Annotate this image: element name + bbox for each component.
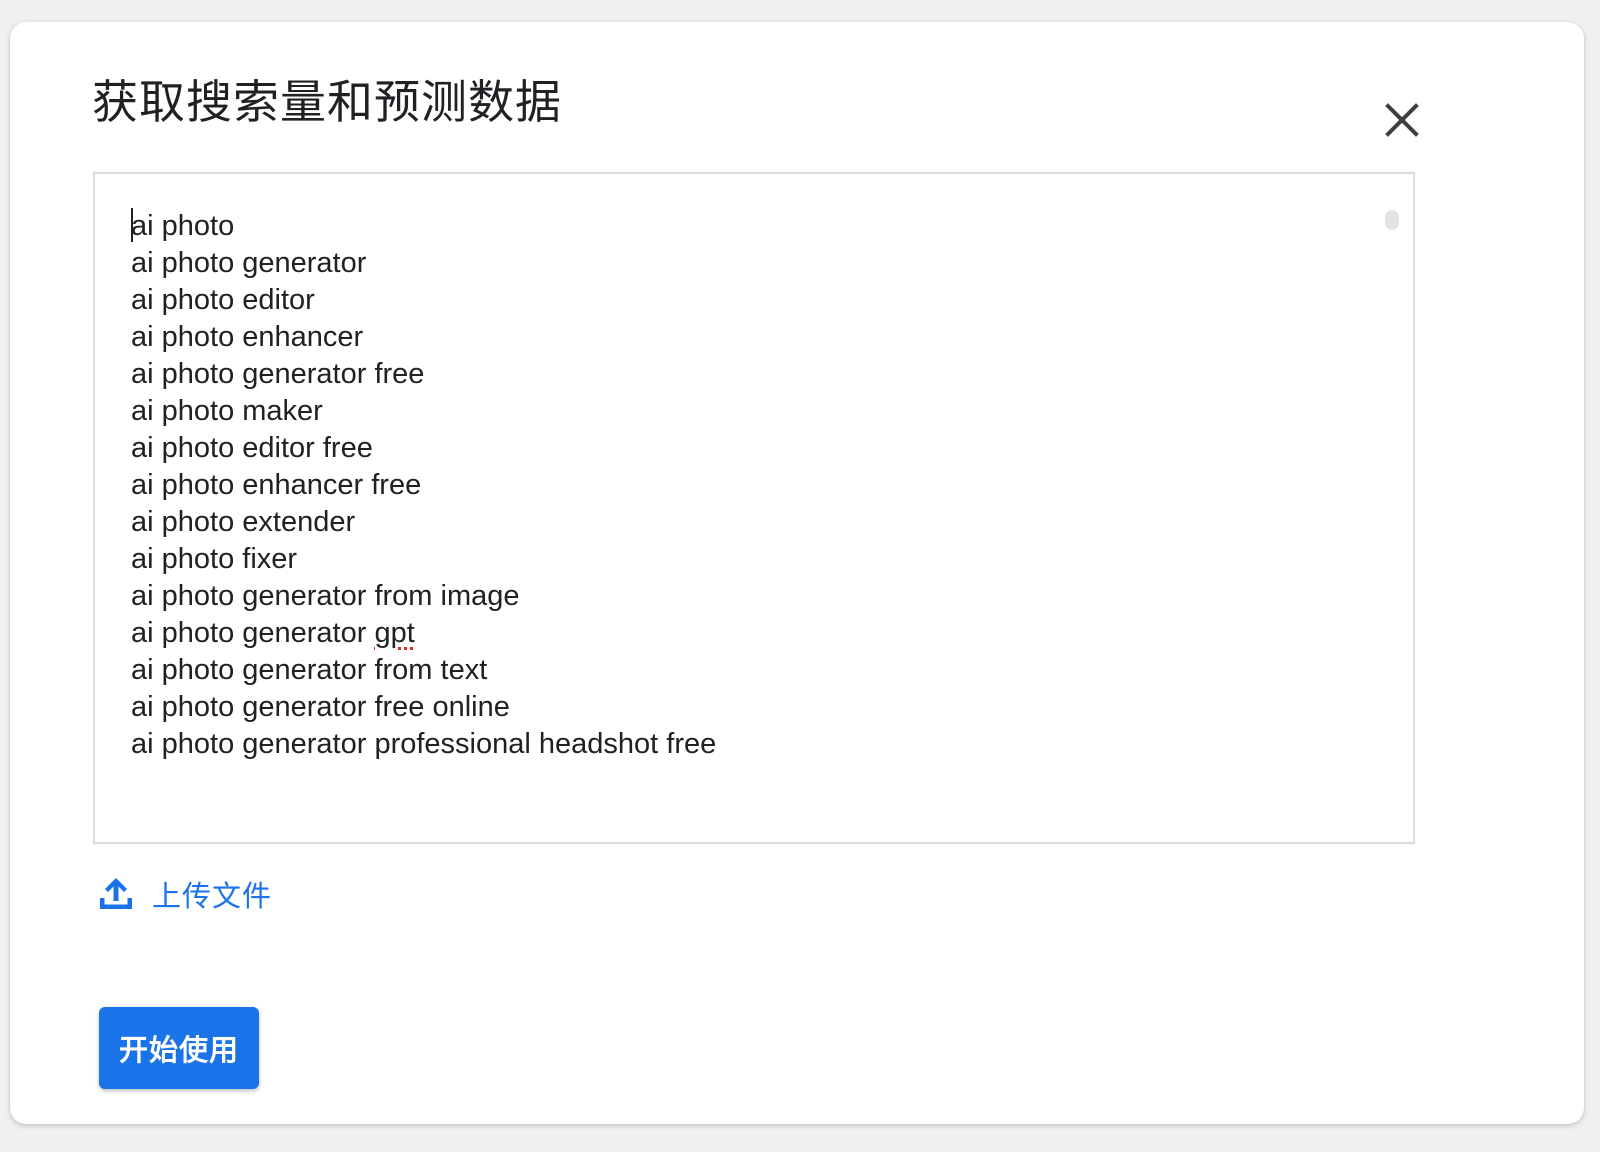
spellcheck-word[interactable]: gpt xyxy=(374,617,414,649)
keyword-line: ai photo generator from text xyxy=(131,654,488,686)
keywords-textarea[interactable]: ai photo ai photo generator ai photo edi… xyxy=(93,172,1415,844)
start-button[interactable]: 开始使用 xyxy=(99,1007,259,1089)
close-icon xyxy=(1385,103,1419,137)
keyword-line: ai photo generator professional headshot… xyxy=(131,728,717,760)
keyword-line: ai photo extender xyxy=(131,506,356,538)
keyword-line: ai photo generator free online xyxy=(131,691,510,723)
keyword-line: ai photo enhancer free xyxy=(131,469,422,501)
keyword-line: ai photo editor free xyxy=(131,432,373,464)
keyword-line: ai photo maker xyxy=(131,395,323,427)
keyword-line: ai photo editor xyxy=(131,284,315,316)
dialog-title: 获取搜索量和预测数据 xyxy=(92,75,562,129)
keyword-line: ai photo enhancer xyxy=(131,321,364,353)
upload-file-link[interactable]: 上传文件 xyxy=(96,874,272,914)
keyword-line: ai photo fixer xyxy=(131,543,298,575)
keyword-line: ai photo xyxy=(131,208,235,242)
keyword-line-with-spellcheck: ai photo generator gpt xyxy=(131,617,415,649)
keyword-list: ai photo ai photo generator ai photo edi… xyxy=(131,208,716,763)
dialog: 获取搜索量和预测数据 ai photo ai photo generator a… xyxy=(10,22,1584,1124)
keyword-line: ai photo generator free xyxy=(131,358,425,390)
close-button[interactable] xyxy=(1380,98,1424,142)
keyword-line: ai photo generator from image xyxy=(131,580,520,612)
upload-icon xyxy=(100,878,132,909)
keyword-line: ai photo generator xyxy=(131,247,367,279)
scrollbar-thumb[interactable] xyxy=(1385,210,1399,230)
upload-file-label: 上传文件 xyxy=(152,879,273,913)
